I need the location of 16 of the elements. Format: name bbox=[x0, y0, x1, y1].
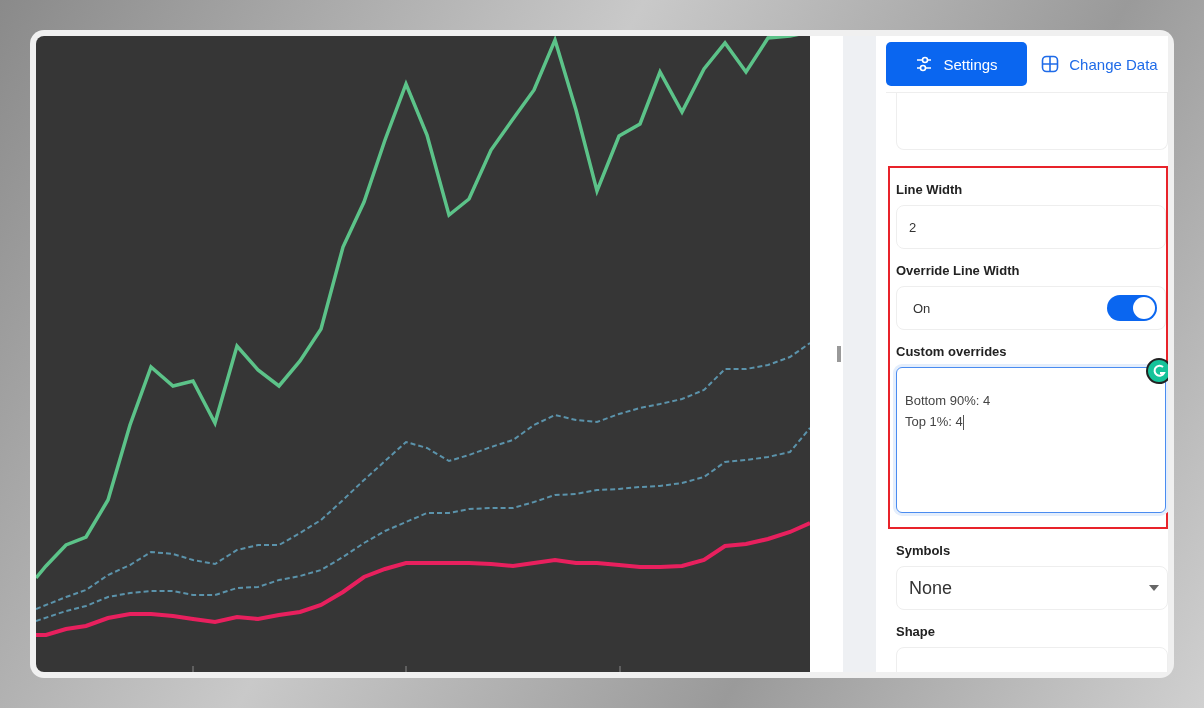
caret-icon bbox=[1149, 585, 1159, 591]
assistant-widget-icon[interactable] bbox=[1146, 358, 1168, 384]
field-label: Line Width bbox=[896, 182, 964, 197]
select-dropdown[interactable]: None bbox=[896, 566, 1168, 610]
toggle-label: On bbox=[912, 300, 931, 316]
sliders-icon bbox=[915, 55, 934, 73]
field-label: Override Line Width bbox=[896, 263, 1021, 278]
resize-handle[interactable] bbox=[837, 346, 841, 362]
toggle-switch[interactable] bbox=[1107, 295, 1157, 321]
field-label: Symbols bbox=[896, 543, 952, 558]
text-area[interactable]: Bottom 90%: 4 Top 1%: 4 bbox=[896, 367, 1166, 513]
input-field[interactable]: 2 bbox=[896, 205, 1166, 249]
field-label: Custom overrides bbox=[896, 344, 1008, 359]
grid-icon bbox=[1041, 55, 1060, 73]
tab[interactable]: Settings bbox=[886, 42, 1027, 86]
field-label: Shape bbox=[896, 624, 936, 639]
